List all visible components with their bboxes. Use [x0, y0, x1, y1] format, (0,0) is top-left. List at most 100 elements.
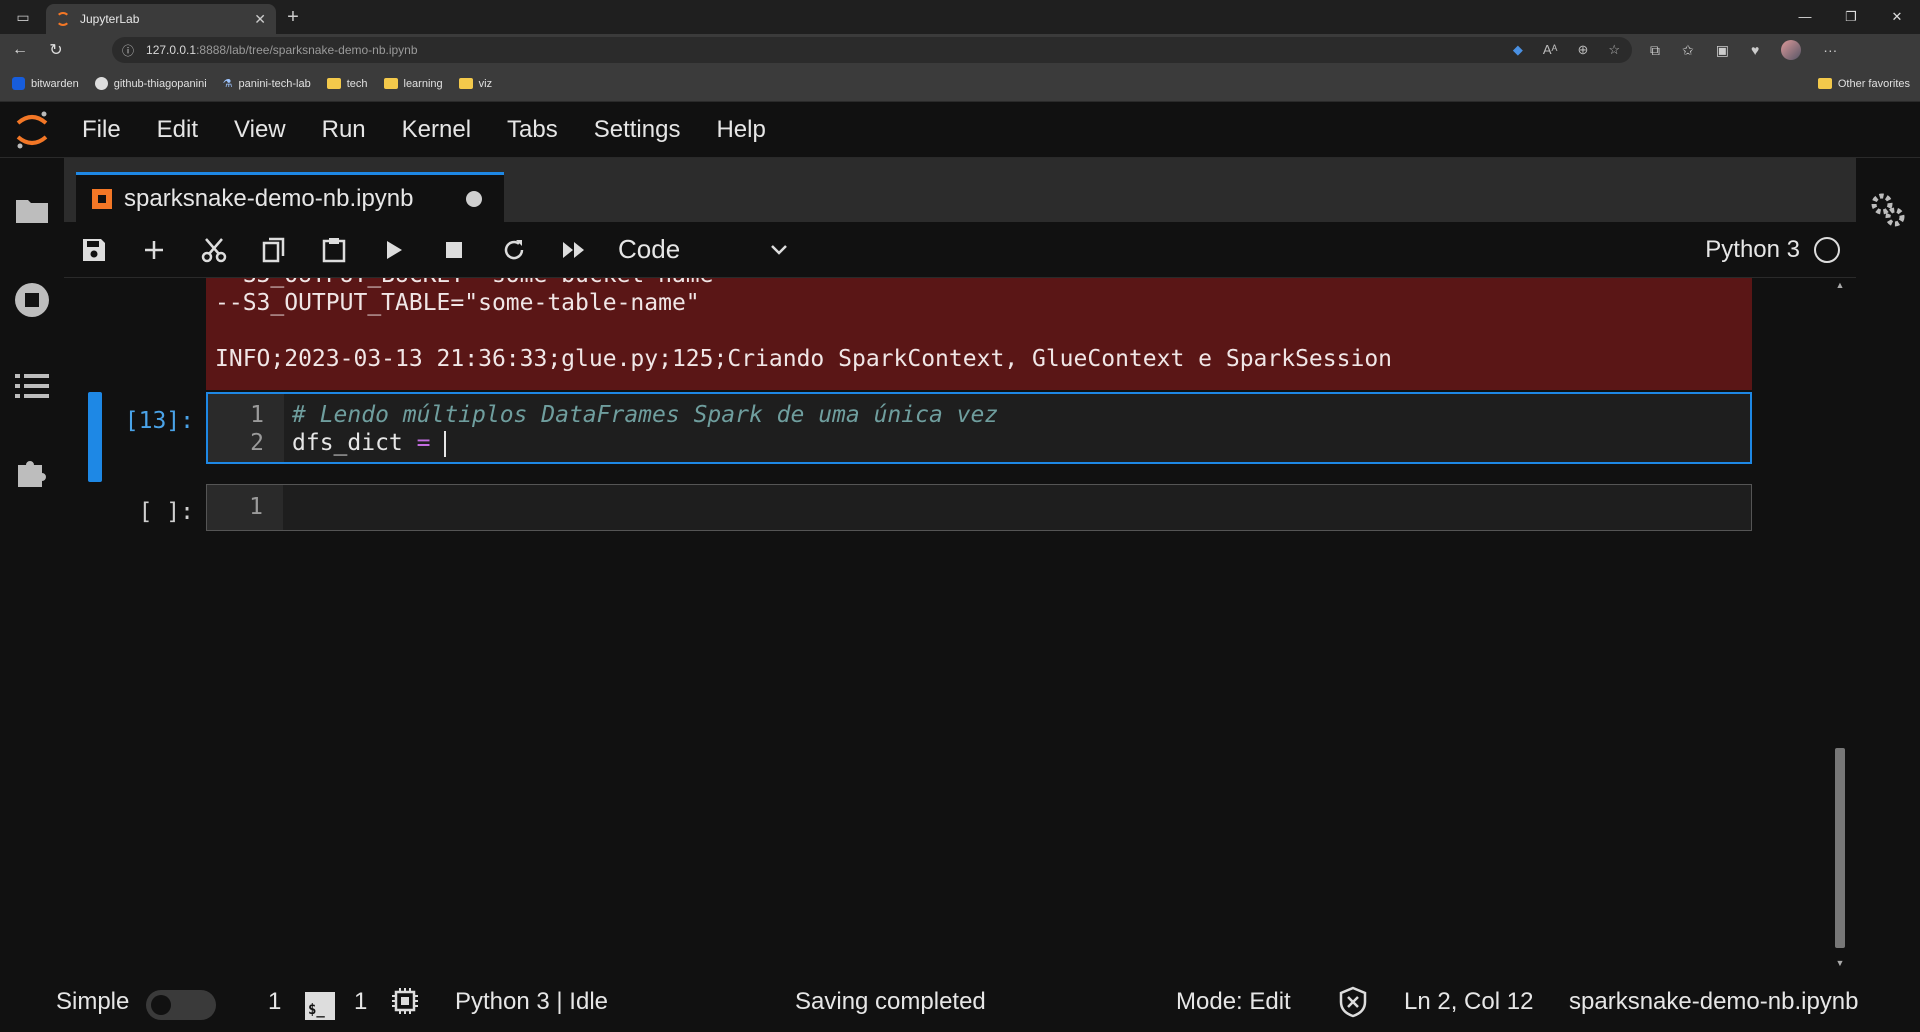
- scrollbar-thumb[interactable]: [1835, 748, 1845, 948]
- notebook-tab-title: sparksnake-demo-nb.ipynb: [124, 184, 414, 212]
- folder-icon: [383, 78, 398, 89]
- table-of-contents-icon[interactable]: [14, 368, 50, 404]
- text-cursor: [444, 430, 447, 457]
- output-line: INFO;2023-03-13 21:36:33;glue.py;125;Cri…: [215, 346, 1393, 372]
- close-tab-icon[interactable]: ✕: [254, 11, 266, 28]
- kernel-chip-icon[interactable]: [390, 986, 420, 1023]
- scroll-up-icon[interactable]: ▲: [1834, 280, 1846, 290]
- restart-icon[interactable]: [484, 222, 544, 278]
- left-sidebar: [0, 158, 64, 972]
- code-editor-empty[interactable]: 1: [206, 484, 1752, 531]
- kernel-name-button[interactable]: Python 3: [1705, 236, 1800, 264]
- url-field[interactable]: ⓘ 127.0.0.1:8888/lab/tree/sparksnake-dem…: [112, 37, 1632, 63]
- code-comment: # Lendo múltiplos DataFrames Spark de um…: [292, 402, 999, 428]
- chevron-down-icon: [771, 244, 787, 255]
- browser-essentials-icon[interactable]: ♥: [1751, 42, 1759, 58]
- cell-type-value: Code: [618, 234, 681, 264]
- line-number: 1: [250, 402, 264, 428]
- bookmarks-bar: bitwarden github-thiagopanini ⚗ panini-t…: [0, 66, 1920, 102]
- terminal-icon[interactable]: $_: [305, 992, 335, 1020]
- kernel-status-circle-icon: [1814, 236, 1840, 263]
- menu-kernel[interactable]: Kernel: [384, 116, 489, 144]
- menu-help[interactable]: Help: [698, 116, 783, 144]
- site-info-icon[interactable]: ⓘ: [122, 42, 134, 59]
- extensions-icon[interactable]: ⧉: [1650, 42, 1660, 59]
- save-icon[interactable]: [64, 222, 124, 278]
- favorite-star-icon[interactable]: ☆: [1608, 42, 1620, 58]
- url-path: :8888/lab/tree/sparksnake-demo-nb.ipynb: [196, 43, 418, 57]
- kernel-status-text[interactable]: Python 3 | Idle: [455, 988, 608, 1016]
- back-icon[interactable]: ←: [4, 41, 36, 59]
- terminals-count[interactable]: 1: [268, 988, 281, 1016]
- menu-view[interactable]: View: [216, 116, 304, 144]
- collections-icon[interactable]: ▣: [1716, 42, 1729, 59]
- browser-tab-title: JupyterLab: [80, 12, 140, 26]
- interrupt-stop-icon[interactable]: [424, 222, 484, 278]
- unsaved-dot-icon[interactable]: [466, 190, 482, 207]
- url-host: 127.0.0.1: [146, 43, 197, 57]
- notebook-mode-text: Mode: Edit: [1176, 988, 1291, 1015]
- cell-type-dropdown[interactable]: Code: [618, 234, 788, 265]
- file-browser-folder-icon[interactable]: [14, 192, 50, 228]
- run-icon[interactable]: [364, 222, 424, 278]
- bookmark-bitwarden[interactable]: bitwarden: [12, 77, 79, 90]
- restore-icon[interactable]: ❐: [1828, 9, 1874, 25]
- bookmark-other-favorites[interactable]: Other favorites: [1817, 78, 1910, 90]
- save-status-text: Saving completed: [795, 988, 986, 1015]
- menu-settings[interactable]: Settings: [576, 116, 699, 144]
- restart-run-all-icon[interactable]: [544, 222, 604, 278]
- bitwarden-ext-icon[interactable]: ◆: [1513, 42, 1523, 58]
- cursor-position[interactable]: Ln 2, Col 12: [1404, 988, 1533, 1016]
- simple-mode-label: Simple: [56, 988, 130, 1015]
- bookmark-github[interactable]: github-thiagopanini: [94, 77, 207, 90]
- notebook-icon: [92, 188, 112, 209]
- add-cell-icon[interactable]: [124, 222, 184, 278]
- bookmark-folder-viz[interactable]: viz: [458, 78, 492, 90]
- bookmark-folder-tech[interactable]: tech: [326, 78, 368, 90]
- menu-tabs[interactable]: Tabs: [489, 116, 576, 144]
- more-options-icon[interactable]: ···: [1823, 42, 1837, 58]
- minimize-icon[interactable]: —: [1782, 9, 1828, 25]
- trusted-shield-icon[interactable]: [1338, 986, 1368, 1025]
- code-editor-active[interactable]: 1 2 # Lendo múltiplos DataFrames Spark d…: [206, 392, 1752, 464]
- scroll-down-icon[interactable]: ▼: [1834, 958, 1846, 968]
- code-operator: =: [416, 430, 431, 456]
- zoom-icon[interactable]: ⊕: [1577, 42, 1588, 58]
- paste-icon[interactable]: [304, 222, 364, 278]
- reload-icon[interactable]: ↻: [40, 40, 72, 60]
- extensions-puzzle-icon[interactable]: [14, 454, 50, 490]
- read-aloud-icon[interactable]: Aᴬ: [1543, 42, 1558, 58]
- close-window-icon[interactable]: ✕: [1874, 9, 1920, 25]
- favorites-icon[interactable]: ✩: [1682, 42, 1694, 59]
- right-sidebar: [1856, 158, 1920, 972]
- menu-run[interactable]: Run: [304, 116, 384, 144]
- menu-edit[interactable]: Edit: [139, 116, 216, 144]
- browser-tab[interactable]: JupyterLab ✕: [46, 4, 276, 34]
- running-kernels-stop-icon[interactable]: [14, 282, 50, 318]
- bookmark-panini-tech-lab[interactable]: ⚗ panini-tech-lab: [223, 77, 311, 91]
- kernels-count[interactable]: 1: [354, 988, 367, 1016]
- folder-icon: [1817, 78, 1832, 89]
- line-number: 2: [250, 430, 264, 456]
- notebook-content[interactable]: --S3_OUTPUT_BUCKET="some-bucket-name" --…: [64, 278, 1856, 972]
- active-cell-collapser[interactable]: [88, 392, 102, 482]
- bitwarden-shield-icon: [12, 77, 25, 90]
- cell-prompt: [ ]:: [138, 499, 194, 525]
- window-menu-icon[interactable]: ▭: [0, 0, 46, 34]
- line-number: 1: [249, 494, 263, 520]
- output-line: --S3_OUTPUT_BUCKET="some-bucket-name": [215, 278, 727, 288]
- profile-avatar[interactable]: [1781, 40, 1802, 60]
- copy-icon[interactable]: [244, 222, 304, 278]
- simple-mode-toggle[interactable]: [146, 990, 216, 1020]
- main-panel: sparksnake-demo-nb.ipynb Code Python 3 -…: [64, 158, 1856, 972]
- cut-icon[interactable]: [184, 222, 244, 278]
- bookmark-folder-learning[interactable]: learning: [383, 78, 443, 90]
- github-icon: [94, 77, 108, 90]
- notebook-tab[interactable]: sparksnake-demo-nb.ipynb: [76, 172, 504, 222]
- property-inspector-gears-icon[interactable]: [1870, 192, 1906, 228]
- folder-icon: [458, 78, 473, 89]
- address-bar-row: ← ↻ ⓘ 127.0.0.1:8888/lab/tree/sparksnake…: [0, 34, 1920, 66]
- menu-file[interactable]: File: [64, 116, 139, 144]
- jupyter-menubar: File Edit View Run Kernel Tabs Settings …: [0, 102, 1920, 158]
- new-tab-button[interactable]: +: [276, 6, 310, 29]
